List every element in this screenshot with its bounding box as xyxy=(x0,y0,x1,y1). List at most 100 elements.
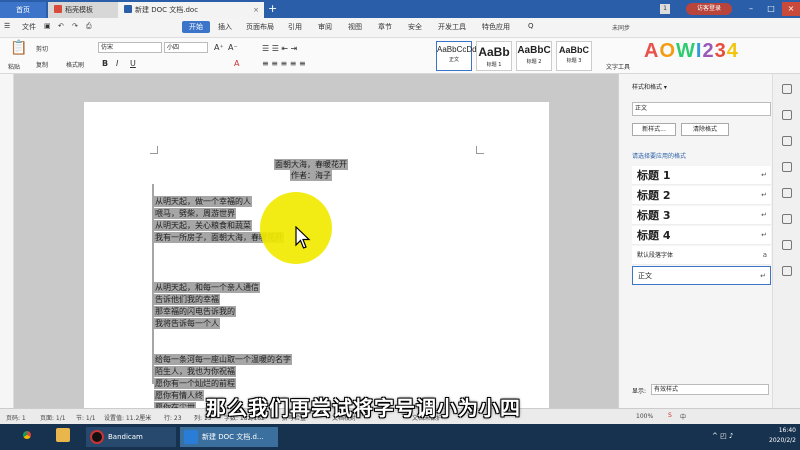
taskbar-bandicam[interactable]: Bandicam xyxy=(86,427,176,447)
show-style-select[interactable]: 有效样式 xyxy=(651,384,769,395)
status-pages: 页面: 1/1 xyxy=(40,415,66,422)
menu-file[interactable]: 文件 xyxy=(22,22,36,32)
zoom-level[interactable]: 100% xyxy=(636,413,653,420)
taskbar-wps[interactable]: 新建 DOC 文档.d... xyxy=(180,427,278,447)
menu-start[interactable]: 开始 xyxy=(182,21,210,33)
current-style-select[interactable]: 正文 xyxy=(632,102,771,116)
taskbar-bandicam-label: Bandicam xyxy=(108,433,143,441)
left-vertical-ruler xyxy=(0,74,14,408)
styles-panel-header[interactable]: 样式和格式 ▾ xyxy=(632,82,667,91)
poem-line[interactable]: 给每一条河每一座山取一个温暖的名字 xyxy=(154,354,292,365)
select-tool-icon[interactable] xyxy=(782,110,792,120)
shape-tool-icon[interactable] xyxy=(782,136,792,146)
mouse-pointer-icon xyxy=(295,226,311,249)
print-icon[interactable]: ⎙ xyxy=(86,22,92,31)
poem-line[interactable]: 喂马，劈柴，周游世界 xyxy=(154,208,236,219)
bullet-list-icon[interactable]: ☰ ☰ ⇤ ⇥ xyxy=(262,44,297,53)
hamburger-icon[interactable]: ☰ xyxy=(4,22,10,30)
tab-document-label: 新建 DOC 文档.doc xyxy=(135,6,199,14)
tray-icons[interactable]: ^ ◰ ♪ xyxy=(712,432,733,440)
return-icon: ↵ xyxy=(760,272,766,280)
undo-icon[interactable]: ↶ xyxy=(58,22,64,30)
help-tool-icon[interactable] xyxy=(782,266,792,276)
menu-review[interactable]: 审阅 xyxy=(318,22,332,32)
poem-author[interactable]: 作者：海子 xyxy=(290,170,332,181)
format-painter-button[interactable]: 格式刷 xyxy=(66,60,84,69)
ime-cn-icon[interactable]: 中 xyxy=(680,412,686,421)
style-list-item[interactable]: 标题 1 ↵ xyxy=(632,166,771,185)
font-color-icon[interactable]: A xyxy=(234,59,239,68)
menu-section[interactable]: 章节 xyxy=(378,22,392,32)
copy-button[interactable]: 复制 xyxy=(36,60,48,69)
style-normal[interactable]: AaBbCcDd 正文 xyxy=(436,41,477,71)
close-window-icon[interactable]: × xyxy=(782,2,800,16)
poem-line[interactable]: 从明天起，做一个幸福的人 xyxy=(154,196,252,207)
new-style-button[interactable]: 新样式... xyxy=(632,123,676,136)
align-icons[interactable]: ≡ ≡ ≡ ≡ ≡ xyxy=(262,59,306,68)
poem-line[interactable]: 愿你有一个灿烂的前程 xyxy=(154,378,236,389)
grow-font-icon[interactable]: A⁺ xyxy=(214,43,224,52)
tab-home[interactable]: 首页 xyxy=(0,2,46,18)
poem-line[interactable]: 陌生人，我也为你祝福 xyxy=(154,366,236,377)
menu-layout[interactable]: 页面布局 xyxy=(246,22,274,32)
new-tab-button[interactable]: + xyxy=(268,2,277,16)
menu-security[interactable]: 安全 xyxy=(408,22,422,32)
font-size-select[interactable]: 小四 xyxy=(164,42,208,53)
maximize-icon[interactable]: □ xyxy=(762,2,780,16)
style-list-item[interactable]: 默认段落字体 a xyxy=(632,246,771,265)
taskbar-clock[interactable]: 16:40 2020/2/2 xyxy=(748,426,796,446)
property-tool-icon[interactable] xyxy=(782,162,792,172)
paste-label[interactable]: 粘贴 xyxy=(8,62,20,71)
menu-insert[interactable]: 插入 xyxy=(218,22,232,32)
save-icon[interactable]: ▣ xyxy=(44,22,51,30)
minimize-icon[interactable]: – xyxy=(742,2,760,16)
backup-tool-icon[interactable] xyxy=(782,214,792,224)
style-list-item-selected[interactable]: 正文 ↵ xyxy=(632,266,771,285)
show-label: 显示: xyxy=(632,388,647,395)
style-h3-label: 标题 3 xyxy=(566,58,582,64)
poem-line[interactable]: 我将告诉每一个人 xyxy=(154,318,220,329)
style-tool-icon[interactable] xyxy=(782,84,792,94)
nav-tool-icon[interactable] xyxy=(782,188,792,198)
style-list-item[interactable]: 标题 3 ↵ xyxy=(632,206,771,225)
bandicam-icon xyxy=(90,430,104,444)
font-family-select[interactable]: 仿宋 xyxy=(98,42,162,53)
style-heading-1[interactable]: AaBb 标题 1 xyxy=(476,41,512,71)
sync-status[interactable]: 未同步 xyxy=(612,23,630,32)
tab-document[interactable]: 新建 DOC 文档.doc × xyxy=(118,2,264,18)
style-heading-2[interactable]: AaBbC 标题 2 xyxy=(516,41,552,71)
tab-templates-label: 稻壳模板 xyxy=(65,6,93,14)
shrink-font-icon[interactable]: A⁻ xyxy=(228,43,238,52)
poem-line[interactable]: 愿你有情人终 xyxy=(154,390,204,401)
poem-line[interactable]: 告诉他们我的幸福 xyxy=(154,294,220,305)
search-icon[interactable]: Q xyxy=(528,22,534,30)
cut-button[interactable]: 剪切 xyxy=(36,44,48,53)
poem-line[interactable]: 从明天起，关心粮食和蔬菜 xyxy=(154,220,252,231)
style-list-item[interactable]: 标题 4 ↵ xyxy=(632,226,771,245)
clear-format-button[interactable]: 清除格式 xyxy=(681,123,729,136)
guest-login-button[interactable]: 访客登录 xyxy=(686,3,732,15)
style-h2-preview: AaBbC xyxy=(517,45,551,56)
menu-features[interactable]: 特色应用 xyxy=(482,22,510,32)
redo-icon[interactable]: ↷ xyxy=(72,22,78,30)
underline-button[interactable]: U xyxy=(130,59,136,68)
italic-button[interactable]: I xyxy=(116,59,118,68)
return-icon: ↵ xyxy=(761,191,767,199)
poem-title[interactable]: 面朝大海，春暖花开 xyxy=(274,159,348,170)
menu-view[interactable]: 视图 xyxy=(348,22,362,32)
share-tool-icon[interactable] xyxy=(782,240,792,250)
ime-s-icon[interactable]: S xyxy=(668,412,672,419)
tab-close-icon[interactable]: × xyxy=(253,2,259,18)
chrome-icon[interactable] xyxy=(20,428,34,442)
menu-devtools[interactable]: 开发工具 xyxy=(438,22,466,32)
text-tool-button[interactable]: 文字工具 xyxy=(606,62,630,71)
poem-line[interactable]: 从明天起，和每一个亲人通信 xyxy=(154,282,260,293)
tab-templates[interactable]: 稻壳模板 xyxy=(48,2,120,18)
bold-button[interactable]: B xyxy=(102,59,108,68)
poem-line[interactable]: 那幸福的闪电告诉我的 xyxy=(154,306,236,317)
menu-reference[interactable]: 引用 xyxy=(288,22,302,32)
file-explorer-icon[interactable] xyxy=(56,428,70,442)
paste-icon[interactable]: 📋 xyxy=(10,40,27,56)
style-heading-3[interactable]: AaBbC 标题 3 xyxy=(556,41,592,71)
style-list-item[interactable]: 标题 2 ↵ xyxy=(632,186,771,205)
